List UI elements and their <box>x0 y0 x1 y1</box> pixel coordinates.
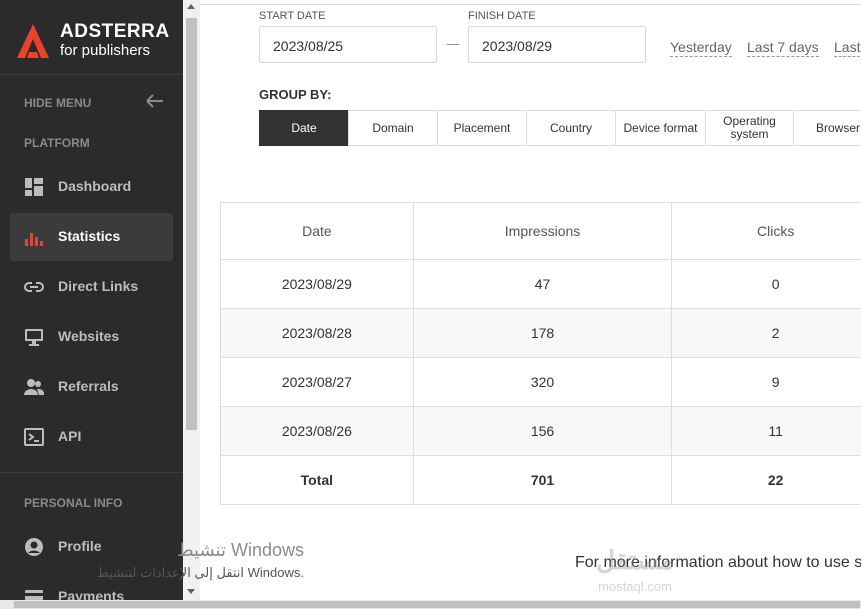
groupby-tab-date[interactable]: Date <box>259 110 349 146</box>
personal-info-section-label: PERSONAL INFO <box>24 496 123 510</box>
sidebar-scrollbar[interactable] <box>183 0 200 600</box>
windows-activation-title: تنشيط Windows <box>176 540 304 560</box>
start-date-input[interactable]: 2023/08/25 <box>259 26 437 63</box>
scroll-down-arrow-icon[interactable] <box>187 589 195 594</box>
horizontal-scrollbar[interactable] <box>0 600 861 609</box>
people-icon <box>24 379 44 395</box>
cell-date: 2023/08/27 <box>220 357 414 407</box>
sidebar-item-statistics[interactable]: Statistics <box>10 213 173 261</box>
sidebar-item-label: Payments <box>58 588 125 600</box>
sidebar-item-api[interactable]: API <box>10 413 173 461</box>
quick-range-last-7-days[interactable]: Last 7 days <box>747 39 819 57</box>
start-date-label: START DATE <box>259 10 326 22</box>
cell-clicks: 9 <box>671 357 861 407</box>
finish-date-label: FINISH DATE <box>468 10 536 22</box>
arrow-left-icon <box>146 94 163 108</box>
sidebar-divider <box>0 74 183 75</box>
date-range-separator <box>447 44 459 45</box>
table-row: 2023/08/27 320 9 <box>220 357 861 407</box>
groupby-tab-device-format[interactable]: Device format <box>615 110 706 146</box>
card-icon <box>25 590 43 600</box>
cell-impressions: 178 <box>412 308 673 358</box>
mostaql-watermark-url: mostaql.com <box>598 579 672 594</box>
brand-subtitle: for publishers <box>60 42 151 59</box>
groupby-tab-domain[interactable]: Domain <box>348 110 438 146</box>
groupby-tab-browser[interactable]: Browser <box>793 110 861 146</box>
mostaql-watermark-arabic: مستقل <box>596 545 674 575</box>
groupby-tab-placement[interactable]: Placement <box>437 110 527 146</box>
sidebar-item-label: Websites <box>58 328 120 344</box>
quick-range-yesterday[interactable]: Yesterday <box>670 39 732 57</box>
cell-impressions: 47 <box>412 259 673 309</box>
cell-date: 2023/08/28 <box>220 308 414 358</box>
dashboard-icon <box>25 178 43 196</box>
group-by-label: GROUP BY: <box>259 87 332 102</box>
user-circle-icon <box>25 538 43 556</box>
cell-clicks: 2 <box>671 308 861 358</box>
quick-range-last[interactable]: Last <box>834 39 861 57</box>
cell-clicks: 11 <box>671 406 861 456</box>
hide-menu-label: HIDE MENU <box>24 96 92 110</box>
column-header-clicks[interactable]: Clicks <box>671 202 861 260</box>
sidebar-divider <box>0 472 183 473</box>
terminal-icon <box>24 428 44 446</box>
finish-date-input[interactable]: 2023/08/29 <box>468 26 646 63</box>
sidebar-item-direct-links[interactable]: Direct Links <box>10 263 173 311</box>
sidebar-item-label: Statistics <box>58 228 121 244</box>
sidebar-item-label: API <box>58 428 82 444</box>
table-total-row: Total 701 22 <box>220 455 861 505</box>
adsterra-logo-mark-icon <box>17 24 49 58</box>
scrollbar-thumb[interactable] <box>186 18 197 430</box>
cell-clicks: 0 <box>671 259 861 309</box>
table-row: 2023/08/29 47 0 <box>220 259 861 309</box>
sidebar-item-dashboard[interactable]: Dashboard <box>10 163 173 211</box>
column-header-date[interactable]: Date <box>220 202 414 260</box>
total-label: Total <box>220 455 414 505</box>
column-header-impressions[interactable]: Impressions <box>412 202 673 260</box>
mostaql-watermark: مستقل mostaql.com <box>580 545 690 597</box>
scroll-up-arrow-icon[interactable] <box>187 4 195 9</box>
sidebar: ADSTERRA for publishers HIDE MENU PLATFO… <box>0 0 183 600</box>
link-icon <box>24 282 44 292</box>
windows-activation-watermark: تنشيط Windows انتقل إلى الإعدادات لتنشيط… <box>68 540 308 588</box>
main-content: START DATE 2023/08/25 FINISH DATE 2023/0… <box>200 0 861 600</box>
statistics-table: Date Impressions Clicks 2023/08/29 47 0 … <box>220 202 861 505</box>
sidebar-item-label: Direct Links <box>58 278 139 294</box>
cell-date: 2023/08/29 <box>220 259 414 309</box>
groupby-tab-operating-system[interactable]: Operating system <box>705 110 794 146</box>
hide-menu-button[interactable]: HIDE MENU <box>0 88 183 116</box>
cell-impressions: 156 <box>412 406 673 456</box>
brand-name: ADSTERRA <box>60 21 170 42</box>
table-header-row: Date Impressions Clicks <box>220 202 861 260</box>
sidebar-item-referrals[interactable]: Referrals <box>10 363 173 411</box>
bar-chart-icon <box>25 233 43 246</box>
cell-impressions: 320 <box>412 357 673 407</box>
total-clicks: 22 <box>671 455 861 505</box>
monitor-icon <box>25 329 43 346</box>
total-impressions: 701 <box>412 455 673 505</box>
adsterra-logo[interactable]: ADSTERRA for publishers <box>12 18 177 64</box>
platform-section-label: PLATFORM <box>24 136 90 150</box>
table-row: 2023/08/26 156 11 <box>220 406 861 456</box>
horizontal-scrollbar-thumb[interactable] <box>14 601 860 608</box>
sidebar-item-label: Referrals <box>58 378 119 394</box>
top-divider <box>200 4 861 5</box>
cell-date: 2023/08/26 <box>220 406 414 456</box>
windows-activation-subtitle: انتقل إلى الإعدادات لتنشيط Windows. <box>96 565 304 580</box>
table-row: 2023/08/28 178 2 <box>220 308 861 358</box>
sidebar-item-websites[interactable]: Websites <box>10 313 173 361</box>
sidebar-item-label: Dashboard <box>58 178 132 194</box>
groupby-tab-country[interactable]: Country <box>526 110 616 146</box>
